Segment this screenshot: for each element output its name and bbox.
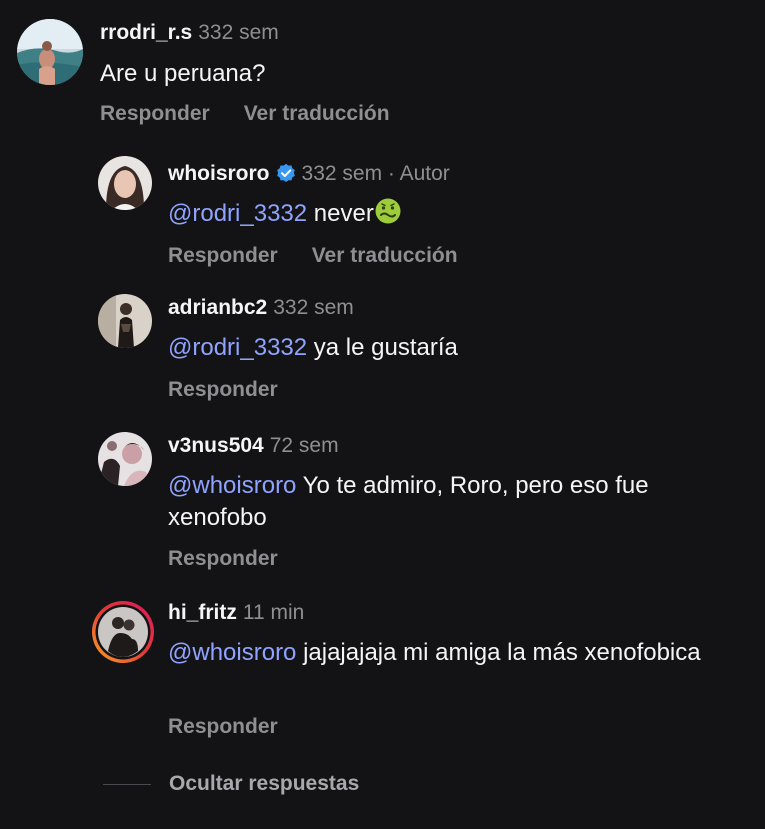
- mention-link[interactable]: @whoisroro: [168, 639, 296, 666]
- username[interactable]: hi_fritz: [168, 601, 237, 624]
- comment-text: @rodri_3332 ya le gustaría: [168, 332, 458, 364]
- reply-button[interactable]: Responder: [168, 715, 278, 738]
- reply-button[interactable]: Responder: [100, 102, 210, 125]
- nauseated-face-icon: [374, 197, 402, 234]
- mention-link[interactable]: @rodri_3332: [168, 334, 307, 361]
- username[interactable]: adrianbc2: [168, 296, 267, 319]
- translate-button[interactable]: Ver traducción: [244, 102, 390, 125]
- timestamp: 332 sem: [198, 21, 279, 44]
- comment-body: jajajajaja mi amiga la más xenofobica: [296, 639, 701, 666]
- comment-actions: Responder: [168, 715, 278, 739]
- verified-badge-icon: [276, 163, 296, 189]
- timestamp: 72 sem: [269, 434, 339, 457]
- avatar-story-ring[interactable]: [90, 599, 156, 665]
- comment-meta: rrodri_r.s 332 sem: [100, 21, 279, 45]
- avatar[interactable]: [98, 294, 152, 348]
- username[interactable]: v3nus504: [168, 434, 264, 457]
- timestamp: 332 sem: [301, 162, 383, 185]
- comment-text: Are u peruana?: [100, 58, 265, 90]
- comment-actions: Responder Ver traducción: [100, 102, 390, 126]
- comment-meta: hi_fritz 11 min: [168, 601, 304, 625]
- avatar[interactable]: [98, 432, 152, 486]
- username[interactable]: rrodri_r.s: [100, 21, 192, 44]
- comment-actions: Responder Ver traducción: [168, 244, 458, 268]
- comment-meta: v3nus504 72 sem: [168, 434, 339, 458]
- comment-body: ya le gustaría: [307, 334, 458, 361]
- comment-text: @whoisroro Yo te admiro, Roro, pero eso …: [168, 470, 748, 534]
- author-tag: · Autor: [387, 162, 450, 185]
- mention-link[interactable]: @rodri_3332: [168, 200, 307, 227]
- comment-body: never: [307, 200, 374, 227]
- comment-text: @whoisroro jajajajaja mi amiga la más xe…: [168, 637, 748, 669]
- divider-line: [103, 783, 151, 785]
- hide-replies-label: Ocultar respuestas: [169, 772, 360, 795]
- comment-actions: Responder: [168, 547, 278, 571]
- timestamp: 332 sem: [273, 296, 354, 319]
- username[interactable]: whoisroro: [168, 162, 270, 185]
- avatar[interactable]: [98, 156, 152, 210]
- comment-actions: Responder: [168, 378, 278, 402]
- comment-text: @rodri_3332 never: [168, 197, 402, 234]
- comment-meta: adrianbc2 332 sem: [168, 296, 354, 320]
- hide-replies-button[interactable]: Ocultar respuestas: [103, 772, 359, 796]
- reply-button[interactable]: Responder: [168, 378, 278, 401]
- reply-button[interactable]: Responder: [168, 547, 278, 570]
- timestamp: 11 min: [242, 601, 305, 624]
- comment-meta: whoisroro 332 sem · Autor: [168, 162, 450, 189]
- comment-body: Are u peruana?: [100, 60, 266, 87]
- reply-button[interactable]: Responder: [168, 244, 278, 267]
- mention-link[interactable]: @whoisroro: [168, 472, 296, 499]
- translate-button[interactable]: Ver traducción: [312, 244, 458, 267]
- avatar[interactable]: [17, 19, 83, 85]
